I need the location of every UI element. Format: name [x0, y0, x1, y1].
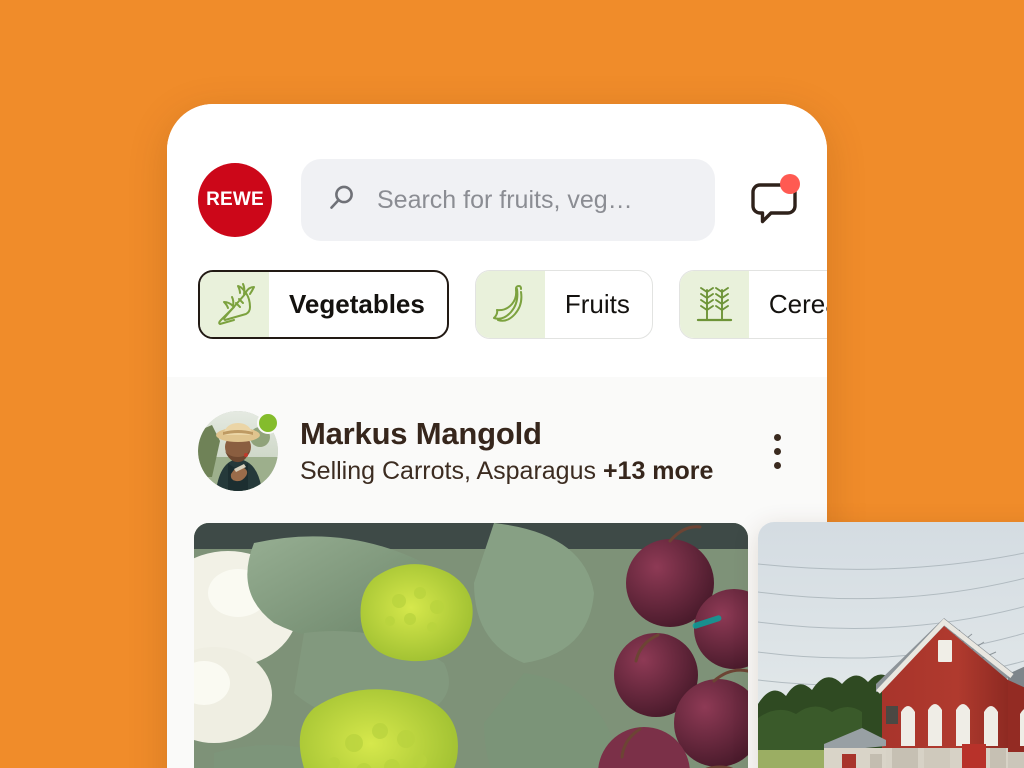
- top-bar: REWE Search for fruits, veg…: [198, 155, 801, 245]
- rewe-logo[interactable]: REWE: [198, 163, 272, 237]
- banana-icon: [475, 271, 545, 338]
- carrot-icon: [200, 272, 269, 337]
- post-menu-button[interactable]: [758, 426, 796, 476]
- feed-section: Markus Mangold Selling Carrots, Asparagu…: [167, 377, 827, 768]
- category-chip-label: Fruits: [564, 289, 630, 319]
- kebab-menu-icon: [773, 433, 781, 441]
- post-subtitle-more: +13 more: [602, 456, 714, 485]
- notification-badge: [780, 174, 800, 194]
- kebab-menu-icon: [773, 461, 781, 469]
- vegetables-photo[interactable]: [194, 523, 748, 768]
- avatar[interactable]: [198, 411, 279, 491]
- rewe-logo-text: REWE: [206, 189, 264, 210]
- chat-bubble-icon: [747, 183, 801, 231]
- category-chip-label: Cereals ar: [768, 289, 827, 319]
- category-chip-fruits[interactable]: Fruits: [474, 270, 653, 339]
- post-subtitle: Selling Carrots, Asparagus +13 more: [300, 457, 758, 486]
- search-input[interactable]: Search for fruits, veg…: [301, 159, 715, 241]
- category-chip-row: Vegetables Fruits Cere: [198, 270, 827, 339]
- category-chip-vegetables[interactable]: Vegetables: [198, 270, 449, 339]
- category-chip-label: Vegetables: [289, 289, 425, 319]
- wheat-icon: [679, 271, 749, 338]
- next-post-card[interactable]: [758, 522, 1024, 768]
- barn-photo: [758, 522, 1024, 768]
- online-status-dot: [257, 412, 279, 434]
- category-chip-cereals[interactable]: Cereals ar: [678, 270, 827, 339]
- app-header: REWE Search for fruits, veg… Vegetables …: [167, 104, 827, 377]
- search-icon: [327, 183, 357, 218]
- post-header: Markus Mangold Selling Carrots, Asparagu…: [198, 408, 796, 494]
- post-author-name: Markus Mangold: [300, 416, 542, 452]
- app-window: REWE Search for fruits, veg… Vegetables …: [167, 104, 827, 768]
- chat-button[interactable]: [747, 173, 801, 227]
- kebab-menu-icon: [773, 447, 781, 455]
- post-subtitle-text: Selling Carrots, Asparagus: [300, 456, 603, 485]
- post-author-info: Markus Mangold Selling Carrots, Asparagu…: [300, 416, 758, 486]
- search-placeholder: Search for fruits, veg…: [377, 185, 633, 214]
